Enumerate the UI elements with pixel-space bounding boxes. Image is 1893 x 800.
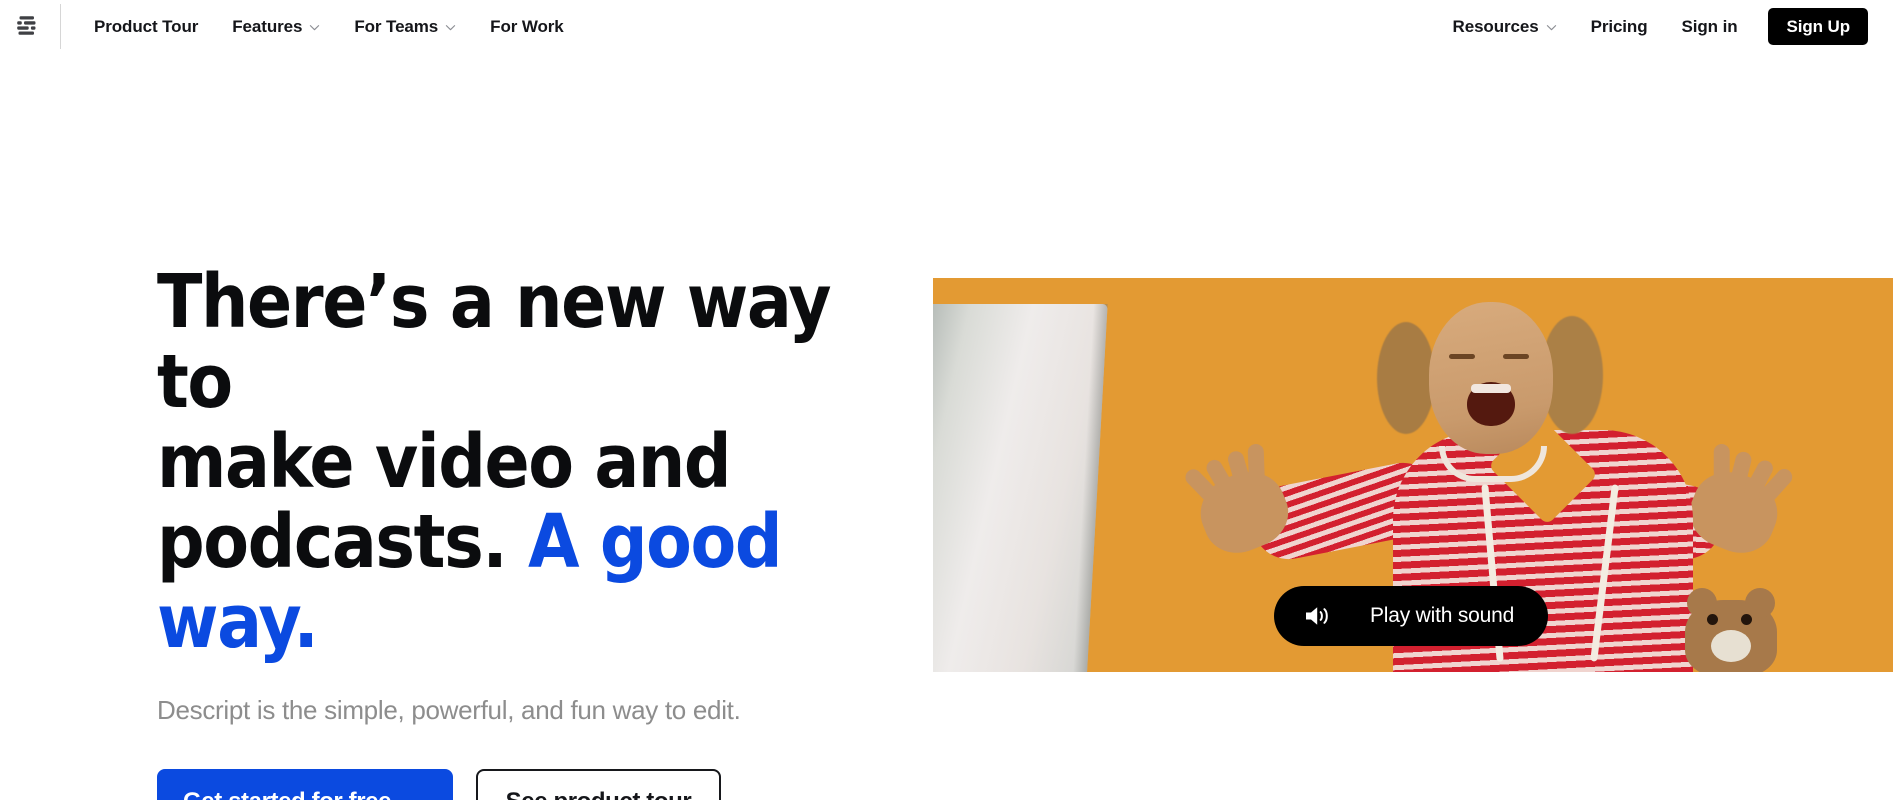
see-product-tour-button[interactable]: See product tour: [475, 769, 722, 800]
hero-cta-row: Get started for free → See product tour: [157, 769, 877, 800]
nav-item-label: For Work: [490, 17, 564, 36]
hero-subheadline: Descript is the simple, powerful, and fu…: [157, 695, 741, 725]
nav-item-label: For Teams: [354, 17, 439, 36]
hero-headline: There’s a new way to make video and podc…: [157, 262, 877, 662]
top-navigation-bar: Product Tour Features For Teams For Work…: [0, 0, 1893, 53]
face: [1429, 302, 1553, 454]
hero-copy-block: There’s a new way to make video and podc…: [157, 262, 877, 800]
landing-page: Product Tour Features For Teams For Work…: [0, 0, 1893, 800]
nav-item-label: Resources: [1452, 17, 1539, 36]
chevron-down-icon: [445, 22, 456, 33]
headline-line-2: make video and: [157, 419, 732, 505]
nav-divider: [60, 4, 61, 49]
nav-item-features[interactable]: Features: [215, 12, 337, 41]
nav-item-resources[interactable]: Resources: [1436, 12, 1574, 41]
play-with-sound-label: Play with sound: [1370, 604, 1515, 627]
nav-item-label: Sign in: [1681, 17, 1738, 36]
chevron-down-icon: [309, 22, 320, 33]
nav-item-for-work[interactable]: For Work: [473, 12, 581, 41]
play-with-sound-button[interactable]: Play with sound: [1274, 586, 1549, 646]
nav-item-sign-in[interactable]: Sign in: [1665, 12, 1755, 41]
speaker-sound-icon: [1304, 604, 1331, 628]
nav-item-product-tour[interactable]: Product Tour: [77, 12, 215, 41]
get-started-free-button[interactable]: Get started for free →: [157, 769, 453, 800]
nav-item-label: Pricing: [1590, 17, 1648, 36]
primary-cta-label: Get started for free: [183, 788, 391, 800]
nav-item-pricing[interactable]: Pricing: [1574, 12, 1665, 41]
nav-item-label: Product Tour: [94, 17, 199, 36]
headline-line-3: podcasts.: [157, 499, 528, 585]
nav-primary-links: Product Tour Features For Teams For Work: [77, 12, 581, 41]
headline-line-1: There’s a new way to: [157, 259, 832, 425]
descript-logo-icon[interactable]: [6, 6, 48, 48]
plush-toy-prop: [1685, 588, 1777, 672]
chevron-down-icon: [1546, 22, 1557, 33]
arrow-right-icon: →: [404, 787, 427, 800]
sign-up-button[interactable]: Sign Up: [1768, 8, 1868, 45]
monitor-prop: [933, 304, 1108, 672]
nav-item-for-teams[interactable]: For Teams: [337, 12, 473, 41]
nav-secondary-links: Resources Pricing Sign in Sign Up: [1436, 8, 1868, 45]
nav-item-label: Features: [232, 17, 303, 36]
